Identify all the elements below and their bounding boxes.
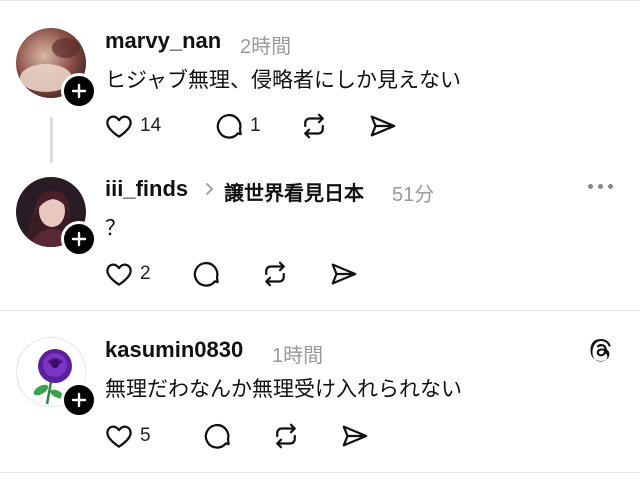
username[interactable]: iii_finds (105, 176, 188, 202)
repost-button[interactable] (271, 421, 301, 451)
plus-icon (71, 231, 87, 247)
post-time: 1時間 (272, 345, 324, 367)
post-text: ？ (105, 217, 126, 240)
share-button[interactable] (329, 259, 359, 289)
chevron-right-icon (206, 183, 214, 195)
comment-icon (216, 114, 242, 139)
more-options-button[interactable] (588, 184, 613, 189)
username[interactable]: kasumin0830 (105, 337, 243, 363)
comment-icon (193, 262, 219, 287)
post-text: ヒジャブ無理、侵略者にしか見えない (105, 69, 461, 92)
bottom-divider (0, 472, 640, 473)
share-button[interactable] (340, 421, 370, 451)
thread-connector (50, 117, 53, 163)
plus-icon (71, 83, 87, 99)
reply-count: 1 (250, 115, 261, 136)
like-button[interactable] (104, 111, 134, 141)
reply-button[interactable] (215, 111, 245, 141)
like-button[interactable] (104, 259, 134, 289)
follow-button[interactable] (61, 382, 97, 418)
post-time: 51分 (392, 184, 435, 206)
reply-to-community[interactable]: 譲世界看見日本 (224, 177, 364, 206)
plus-icon (71, 392, 87, 408)
like-button[interactable] (104, 421, 134, 451)
reply-button[interactable] (203, 421, 233, 451)
post-divider (0, 310, 640, 311)
like-count: 14 (140, 115, 162, 136)
share-button[interactable] (368, 111, 398, 141)
top-divider (0, 0, 640, 1)
repost-icon (276, 423, 296, 449)
like-count: 5 (140, 425, 151, 446)
repost-icon (304, 113, 324, 139)
post-time: 2時間 (240, 36, 292, 58)
reply-button[interactable] (192, 259, 222, 289)
send-icon (331, 263, 357, 285)
post-text: 無理だわなんか無理受け入れられない (105, 378, 462, 401)
heart-icon (106, 425, 132, 448)
comment-icon (204, 424, 230, 449)
follow-button[interactable] (61, 73, 97, 109)
repost-button[interactable] (299, 111, 329, 141)
send-icon (370, 115, 396, 137)
follow-button[interactable] (61, 221, 97, 257)
send-icon (342, 425, 368, 447)
more-options-icon (588, 184, 593, 189)
heart-icon (106, 115, 132, 138)
threads-logo-icon[interactable] (586, 335, 616, 365)
heart-icon (106, 263, 132, 286)
repost-icon (265, 261, 285, 287)
like-count: 2 (140, 263, 151, 284)
repost-button[interactable] (260, 259, 290, 289)
username[interactable]: marvy_nan (105, 28, 221, 54)
